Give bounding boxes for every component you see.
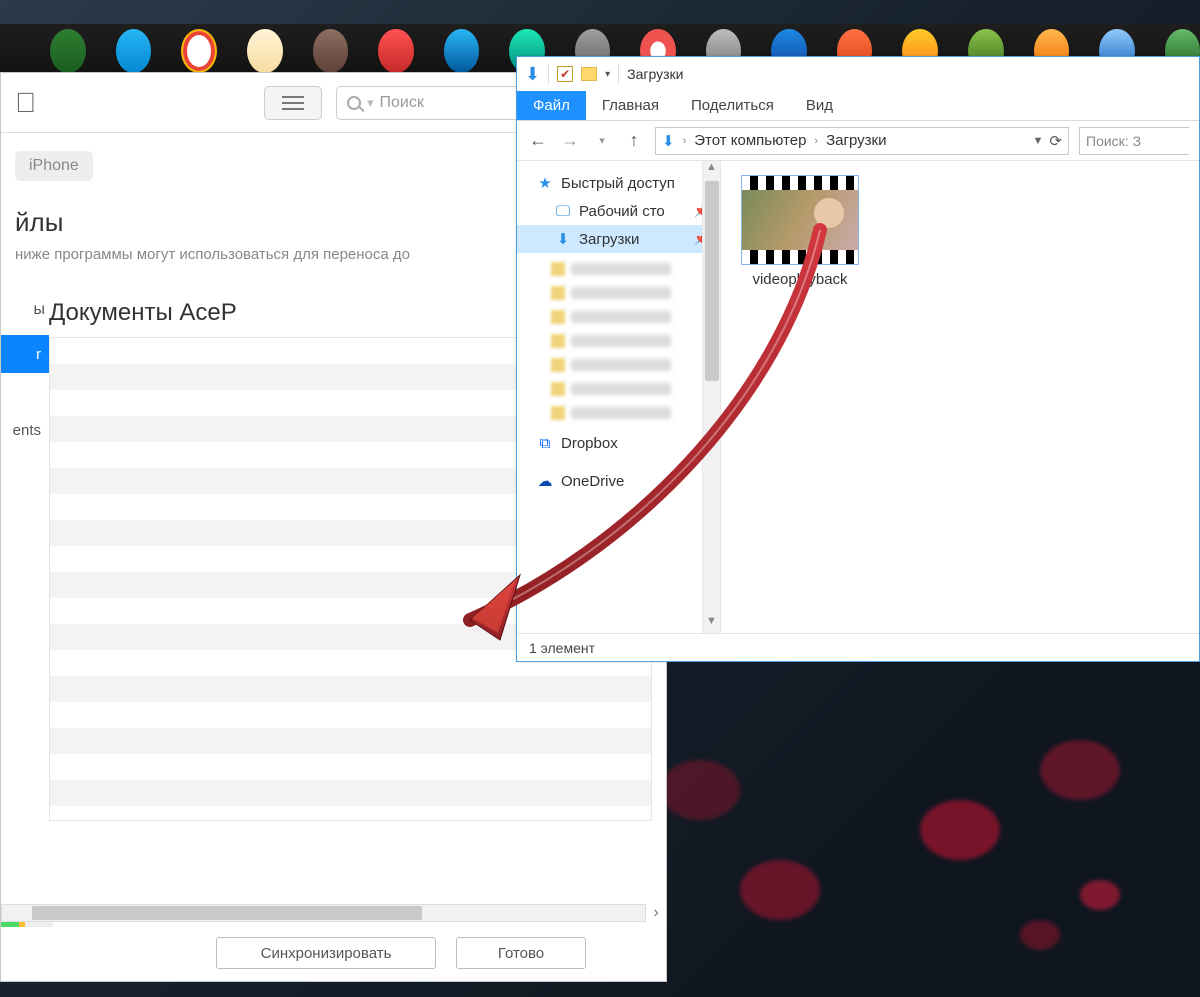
done-button[interactable]: Готово bbox=[456, 937, 586, 969]
search-icon bbox=[347, 96, 361, 110]
taskbar-icon[interactable] bbox=[247, 29, 283, 73]
horizontal-scrollbar[interactable]: › bbox=[1, 903, 666, 923]
scroll-up-icon[interactable]: ▲ bbox=[703, 161, 720, 179]
qa-check-icon[interactable]: ✔ bbox=[557, 66, 573, 82]
apple-logo-icon:  bbox=[15, 87, 36, 119]
video-thumbnail bbox=[741, 175, 859, 265]
taskbar-icon[interactable] bbox=[444, 29, 480, 73]
sidebar-downloads[interactable]: ⬇ Загрузки 📌 bbox=[517, 225, 720, 253]
list-icon bbox=[282, 102, 304, 104]
sidebar-dropbox[interactable]: ⧉ Dropbox bbox=[517, 429, 720, 457]
chevron-right-icon: › bbox=[814, 135, 818, 147]
downloads-arrow-icon: ⬇ bbox=[555, 230, 571, 248]
nav-up-icon[interactable]: ↑ bbox=[623, 130, 645, 151]
taskbar-icon[interactable] bbox=[116, 29, 152, 73]
view-mode-button[interactable] bbox=[264, 86, 322, 120]
navigation-pane: ★ Быстрый доступ 🖵 Рабочий сто 📌 ⬇ Загру… bbox=[517, 161, 721, 633]
star-icon: ★ bbox=[537, 174, 553, 192]
folder-icon bbox=[581, 67, 597, 81]
scroll-down-icon[interactable]: ▼ bbox=[703, 615, 720, 633]
column-header: ы bbox=[1, 301, 49, 335]
scroll-right-icon[interactable]: › bbox=[646, 904, 666, 922]
qa-dropdown-icon[interactable]: ▾ bbox=[605, 69, 610, 80]
app-row[interactable]: r bbox=[1, 335, 49, 373]
downloads-arrow-icon: ⬇ bbox=[525, 64, 540, 85]
app-row[interactable] bbox=[1, 373, 49, 411]
refresh-icon[interactable]: ⟳ bbox=[1049, 132, 1062, 150]
file-item[interactable]: videoplayback bbox=[735, 175, 865, 288]
status-bar: 1 элемент bbox=[517, 633, 1199, 661]
taskbar-icon[interactable] bbox=[50, 29, 86, 73]
taskbar-icon[interactable] bbox=[378, 29, 414, 73]
path-segment[interactable]: Этот компьютер bbox=[694, 132, 806, 149]
documents-title: Документы AceP bbox=[49, 299, 237, 327]
sidebar-desktop[interactable]: 🖵 Рабочий сто 📌 bbox=[517, 197, 720, 225]
explorer-window: ⬇ ✔ ▾ Загрузки Файл Главная Поделиться В… bbox=[516, 56, 1200, 662]
ribbon-tab-share[interactable]: Поделиться bbox=[675, 91, 790, 120]
app-row[interactable]: ents bbox=[1, 411, 49, 449]
ribbon: Файл Главная Поделиться Вид bbox=[517, 91, 1199, 121]
apps-column: ы r ents bbox=[1, 301, 49, 821]
explorer-titlebar[interactable]: ⬇ ✔ ▾ Загрузки bbox=[517, 57, 1199, 91]
ribbon-tab-view[interactable]: Вид bbox=[790, 91, 849, 120]
sidebar-scrollbar[interactable]: ▲ ▼ bbox=[702, 161, 720, 633]
search-placeholder: Поиск bbox=[380, 94, 424, 112]
blurred-sidebar-items bbox=[551, 259, 671, 423]
nav-bar: ← → ▾ ↑ ⬇ › Этот компьютер › Загрузки ▼ … bbox=[517, 121, 1199, 161]
files-pane[interactable]: videoplayback bbox=[721, 161, 1199, 633]
ribbon-tab-file[interactable]: Файл bbox=[517, 91, 586, 120]
taskbar-icon[interactable] bbox=[313, 29, 349, 73]
address-dropdown-icon[interactable]: ▼ bbox=[1033, 135, 1044, 147]
status-text: 1 элемент bbox=[529, 640, 595, 656]
dropbox-icon: ⧉ bbox=[537, 435, 553, 452]
onedrive-icon: ☁ bbox=[537, 472, 553, 490]
device-chip[interactable]: iPhone bbox=[15, 151, 93, 181]
nav-forward-icon: → bbox=[559, 130, 581, 151]
desktop-icon: 🖵 bbox=[555, 203, 571, 220]
nav-recent-icon[interactable]: ▾ bbox=[591, 134, 613, 147]
window-title: Загрузки bbox=[627, 66, 683, 82]
chevron-right-icon: › bbox=[683, 135, 687, 147]
path-segment[interactable]: Загрузки bbox=[826, 132, 886, 149]
ribbon-tab-home[interactable]: Главная bbox=[586, 91, 675, 120]
sidebar-quick-access[interactable]: ★ Быстрый доступ bbox=[517, 169, 720, 197]
sidebar-onedrive[interactable]: ☁ OneDrive bbox=[517, 467, 720, 495]
explorer-search-input[interactable]: Поиск: З bbox=[1079, 127, 1189, 155]
address-bar[interactable]: ⬇ › Этот компьютер › Загрузки ▼ ⟳ bbox=[655, 127, 1069, 155]
taskbar-icon[interactable] bbox=[181, 29, 217, 73]
sync-button[interactable]: Синхронизировать bbox=[216, 937, 436, 969]
nav-back-icon[interactable]: ← bbox=[527, 130, 549, 151]
downloads-arrow-icon: ⬇ bbox=[662, 132, 675, 150]
dropdown-chevron-icon: ▾ bbox=[367, 95, 374, 111]
file-name: videoplayback bbox=[735, 271, 865, 288]
